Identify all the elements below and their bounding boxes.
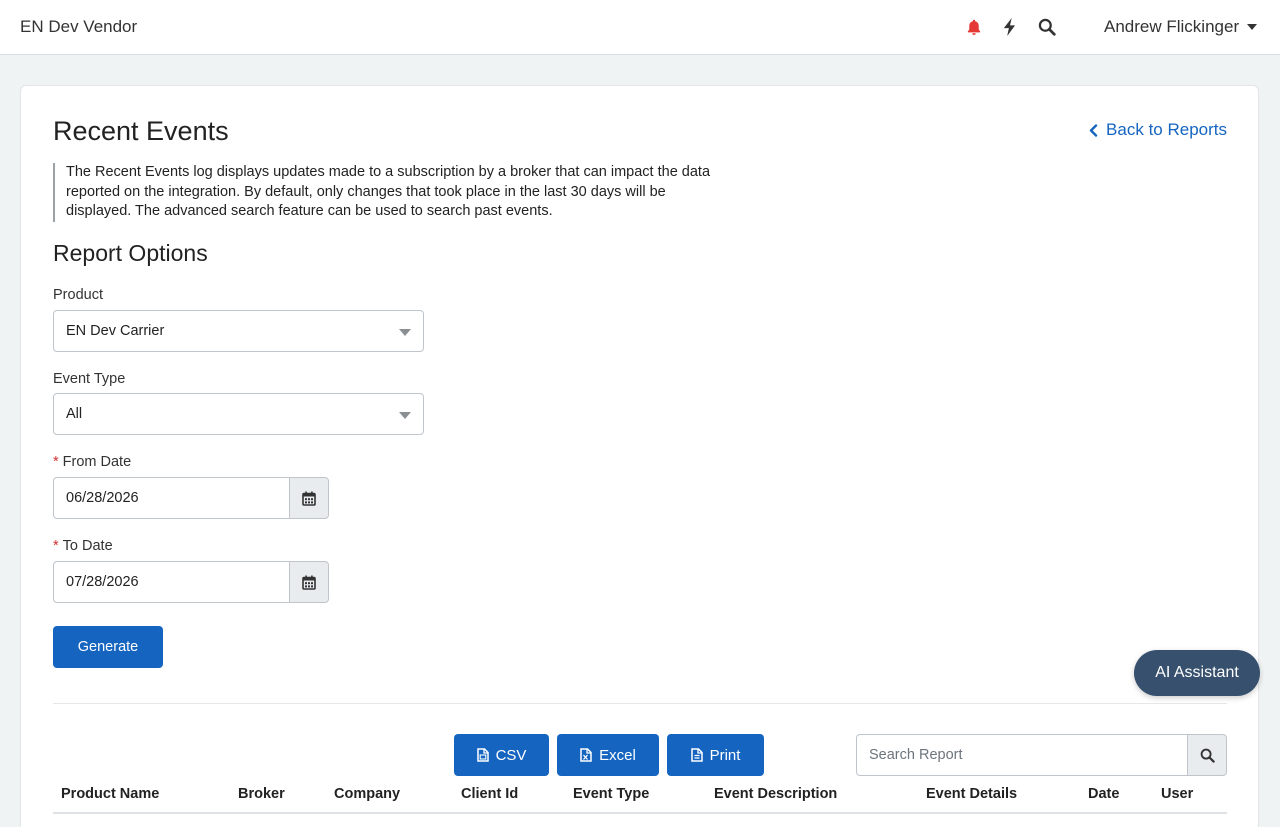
- page-description: The Recent Events log displays updates m…: [53, 163, 733, 222]
- back-to-reports-link[interactable]: Back to Reports: [1089, 120, 1227, 140]
- chevron-left-icon: [1089, 123, 1098, 137]
- file-csv-icon: [476, 748, 489, 762]
- product-select[interactable]: EN Dev Carrier: [53, 310, 424, 352]
- page-title: Recent Events: [53, 116, 229, 146]
- generate-button[interactable]: Generate: [53, 626, 163, 668]
- report-card: Recent Events Back to Reports The Recent…: [20, 85, 1259, 827]
- brand-name[interactable]: EN Dev Vendor: [20, 17, 137, 37]
- calendar-icon: [302, 491, 316, 506]
- dropdown-arrow-icon: [399, 412, 411, 419]
- event-type-value: All: [66, 406, 83, 422]
- column-header-event-type[interactable]: Event Type: [573, 786, 649, 802]
- column-header-event-details[interactable]: Event Details: [926, 786, 1017, 802]
- excel-label: Excel: [599, 746, 636, 764]
- product-value: EN Dev Carrier: [66, 323, 165, 339]
- top-navbar: EN Dev Vendor Andrew Flickinger: [0, 0, 1280, 55]
- from-date-label: * From Date: [53, 454, 132, 470]
- calendar-icon: [302, 575, 316, 590]
- ai-assistant-button[interactable]: AI Assistant: [1134, 650, 1260, 696]
- required-marker: *: [53, 538, 59, 554]
- product-label: Product: [53, 287, 103, 303]
- user-name: Andrew Flickinger: [1104, 17, 1240, 36]
- divider: [53, 703, 1227, 704]
- report-search-button[interactable]: [1187, 734, 1227, 776]
- back-to-reports-label: Back to Reports: [1106, 120, 1227, 139]
- event-type-select[interactable]: All: [53, 393, 424, 435]
- csv-label: CSV: [495, 746, 527, 764]
- column-header-product-name[interactable]: Product Name: [61, 786, 159, 802]
- search-icon[interactable]: [1036, 16, 1058, 38]
- excel-export-button[interactable]: Excel: [557, 734, 659, 776]
- event-type-label: Event Type: [53, 371, 126, 387]
- to-date-input[interactable]: [53, 561, 289, 603]
- from-date-calendar-button[interactable]: [289, 477, 329, 519]
- dropdown-arrow-icon: [399, 329, 411, 336]
- to-date-calendar-button[interactable]: [289, 561, 329, 603]
- report-search-input[interactable]: [856, 734, 1187, 776]
- print-label: Print: [709, 746, 741, 764]
- column-header-event-description[interactable]: Event Description: [714, 786, 837, 802]
- required-marker: *: [53, 454, 59, 470]
- column-header-company[interactable]: Company: [334, 786, 400, 802]
- column-header-client-id[interactable]: Client Id: [461, 786, 518, 802]
- file-excel-icon: [580, 748, 592, 762]
- from-date-input[interactable]: [53, 477, 289, 519]
- to-date-group: [53, 561, 329, 603]
- column-header-user[interactable]: User: [1161, 786, 1193, 802]
- column-header-date[interactable]: Date: [1088, 786, 1119, 802]
- to-date-label: * To Date: [53, 538, 113, 554]
- events-table-header: Product Name Broker Company Client Id Ev…: [53, 784, 1227, 814]
- column-header-broker[interactable]: Broker: [238, 786, 285, 802]
- report-search-group: [856, 734, 1227, 776]
- print-button[interactable]: Print: [667, 734, 764, 776]
- report-options-title: Report Options: [53, 240, 208, 266]
- from-date-group: [53, 477, 329, 519]
- chevron-down-icon: [1247, 24, 1258, 30]
- search-icon: [1200, 748, 1215, 763]
- csv-export-button[interactable]: CSV: [454, 734, 549, 776]
- user-menu[interactable]: Andrew Flickinger: [1104, 17, 1258, 37]
- bell-icon[interactable]: [963, 16, 985, 38]
- file-print-icon: [690, 748, 703, 762]
- bolt-icon[interactable]: [999, 16, 1021, 38]
